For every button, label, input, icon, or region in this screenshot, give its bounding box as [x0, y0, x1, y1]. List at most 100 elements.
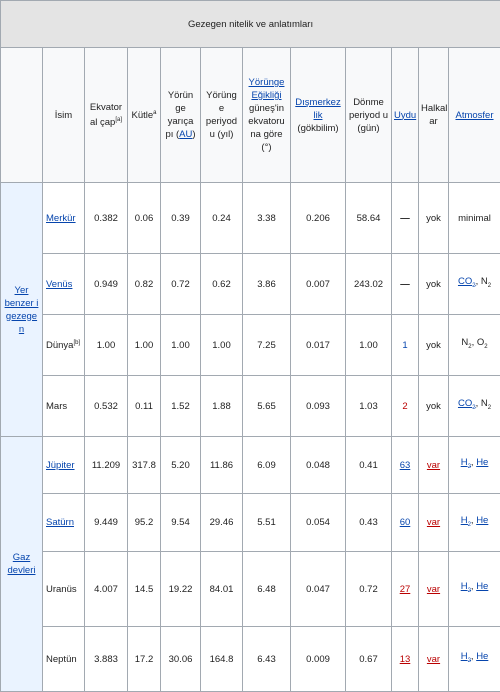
footnote-ref[interactable]: [b] — [73, 340, 80, 346]
table-row: Uranüs4.00714.519.2284.016.480.0470.7227… — [1, 552, 500, 627]
mass-cell: 1.00 — [128, 315, 161, 376]
header-orbital-period: Yörüng e periyod u (yıl) — [201, 48, 243, 183]
gas-link[interactable]: He — [476, 515, 488, 526]
atmosphere-cell[interactable]: H2, He — [449, 552, 500, 627]
gas-link[interactable]: H2 — [461, 457, 471, 468]
planet-link[interactable]: Jüpiter — [46, 460, 75, 471]
header-orbital-radius: Yörün ge yarıça pı (AU) — [161, 48, 201, 183]
moons-cell[interactable]: 13 — [392, 627, 419, 692]
moons-link[interactable]: 63 — [400, 460, 411, 471]
gas-link[interactable]: He — [476, 581, 488, 592]
gas-link[interactable]: He — [476, 651, 488, 662]
rings-cell[interactable]: var — [419, 552, 449, 627]
rings-cell[interactable]: var — [419, 437, 449, 494]
moons-cell[interactable]: 63 — [392, 437, 419, 494]
atmosphere-cell[interactable]: CO2, N2 — [449, 254, 500, 315]
moons-cell[interactable]: 2 — [392, 376, 419, 437]
planet-link[interactable]: Merkür — [46, 213, 76, 224]
rings-link[interactable]: var — [427, 460, 440, 471]
planet-name[interactable]: Merkür — [43, 183, 85, 254]
moons-cell: — — [392, 254, 419, 315]
eccentricity-cell: 0.009 — [291, 627, 346, 692]
moons-link[interactable]: 1 — [402, 340, 407, 351]
header-empty — [1, 48, 43, 183]
orbital-radius-cell: 0.39 — [161, 183, 201, 254]
table-caption: Gezegen nitelik ve anlatımları — [1, 1, 500, 48]
inclination-cell: 5.51 — [243, 494, 291, 552]
rotation-cell: 0.67 — [346, 627, 392, 692]
eccentricity-link[interactable]: Dışmerkez lik — [295, 97, 340, 121]
orbital-radius-cell: 1.52 — [161, 376, 201, 437]
planet-name: Uranüs — [43, 552, 85, 627]
moons-link[interactable]: 13 — [400, 654, 411, 665]
planet-name[interactable]: Satürn — [43, 494, 85, 552]
terrestrial-link[interactable]: Yer benzer i gezege n — [5, 285, 39, 335]
group-gas-giants[interactable]: Gaz devleri — [1, 437, 43, 692]
gas-label: N2 — [461, 337, 471, 348]
table-row: Dünya[b]1.001.001.001.007.250.0171.001yo… — [1, 315, 500, 376]
gas-link[interactable]: CO2 — [458, 276, 476, 287]
planet-table: Gezegen nitelik ve anlatımları İsim Ekva… — [0, 0, 500, 692]
mass-cell: 14.5 — [128, 552, 161, 627]
gas-link[interactable]: H2 — [461, 515, 471, 526]
eccentricity-cell: 0.048 — [291, 437, 346, 494]
diameter-cell: 0.949 — [85, 254, 128, 315]
table-row: Satürn9.44995.29.5429.465.510.0540.4360v… — [1, 494, 500, 552]
moons-cell: — — [392, 183, 419, 254]
inclination-link[interactable]: Yörünge Eğikliği — [249, 77, 285, 101]
header-eccentricity: Dışmerkez lik (gökbilim) — [291, 48, 346, 183]
inclination-cell: 6.43 — [243, 627, 291, 692]
planet-name[interactable]: Venüs — [43, 254, 85, 315]
gas-link[interactable]: H2 — [461, 581, 471, 592]
gas-link[interactable]: He — [476, 457, 488, 468]
rings-link[interactable]: var — [427, 654, 440, 665]
moons-link[interactable]: 2 — [402, 401, 407, 412]
planet-link[interactable]: Satürn — [46, 517, 74, 528]
inclination-cell: 5.65 — [243, 376, 291, 437]
rings-cell[interactable]: var — [419, 627, 449, 692]
gas-link[interactable]: H2 — [461, 651, 471, 662]
atmosphere-cell[interactable]: H2, He — [449, 627, 500, 692]
atmosphere-link[interactable]: Atmosfer — [456, 110, 494, 121]
rotation-cell: 0.72 — [346, 552, 392, 627]
atmosphere-cell[interactable]: H2, He — [449, 437, 500, 494]
inclination-cell: 3.86 — [243, 254, 291, 315]
moons-link[interactable]: 27 — [400, 584, 411, 595]
au-link[interactable]: AU — [179, 129, 192, 140]
rings-link[interactable]: var — [427, 517, 440, 528]
inclination-cell: 3.38 — [243, 183, 291, 254]
header-name: İsim — [43, 48, 85, 183]
orbital-period-cell: 29.46 — [201, 494, 243, 552]
orbital-period-cell: 0.24 — [201, 183, 243, 254]
moons-link[interactable]: Uydu — [394, 110, 416, 121]
rings-cell[interactable]: var — [419, 494, 449, 552]
rotation-cell: 1.00 — [346, 315, 392, 376]
diameter-cell: 9.449 — [85, 494, 128, 552]
mass-cell: 17.2 — [128, 627, 161, 692]
mass-cell: 0.06 — [128, 183, 161, 254]
mass-cell: 0.11 — [128, 376, 161, 437]
header-inclination: Yörünge Eğikliği güneş'in ekvatoru na gö… — [243, 48, 291, 183]
rings-link[interactable]: var — [427, 584, 440, 595]
gas-label: N2 — [481, 276, 491, 287]
table-row: Gaz devleriJüpiter11.209317.85.2011.866.… — [1, 437, 500, 494]
atmosphere-cell[interactable]: CO2, N2 — [449, 376, 500, 437]
atmosphere-cell[interactable]: N2, O2 — [449, 315, 500, 376]
planet-name[interactable]: Jüpiter — [43, 437, 85, 494]
diameter-cell: 0.382 — [85, 183, 128, 254]
moons-cell[interactable]: 1 — [392, 315, 419, 376]
gas-link[interactable]: CO2 — [458, 398, 476, 409]
gas-giants-link[interactable]: Gaz devleri — [8, 552, 36, 576]
mass-cell: 317.8 — [128, 437, 161, 494]
atmosphere-cell[interactable]: H2, He — [449, 494, 500, 552]
planet-name: Mars — [43, 376, 85, 437]
header-rotation: Dönme periyod u (gün) — [346, 48, 392, 183]
group-terrestrial[interactable]: Yer benzer i gezege n — [1, 183, 43, 437]
moons-cell[interactable]: 27 — [392, 552, 419, 627]
moons-cell[interactable]: 60 — [392, 494, 419, 552]
header-diameter: Ekvator al çap[a] — [85, 48, 128, 183]
header-moons: Uydu — [392, 48, 419, 183]
header-mass: Kütlea — [128, 48, 161, 183]
moons-link[interactable]: 60 — [400, 517, 411, 528]
planet-link[interactable]: Venüs — [46, 279, 72, 290]
